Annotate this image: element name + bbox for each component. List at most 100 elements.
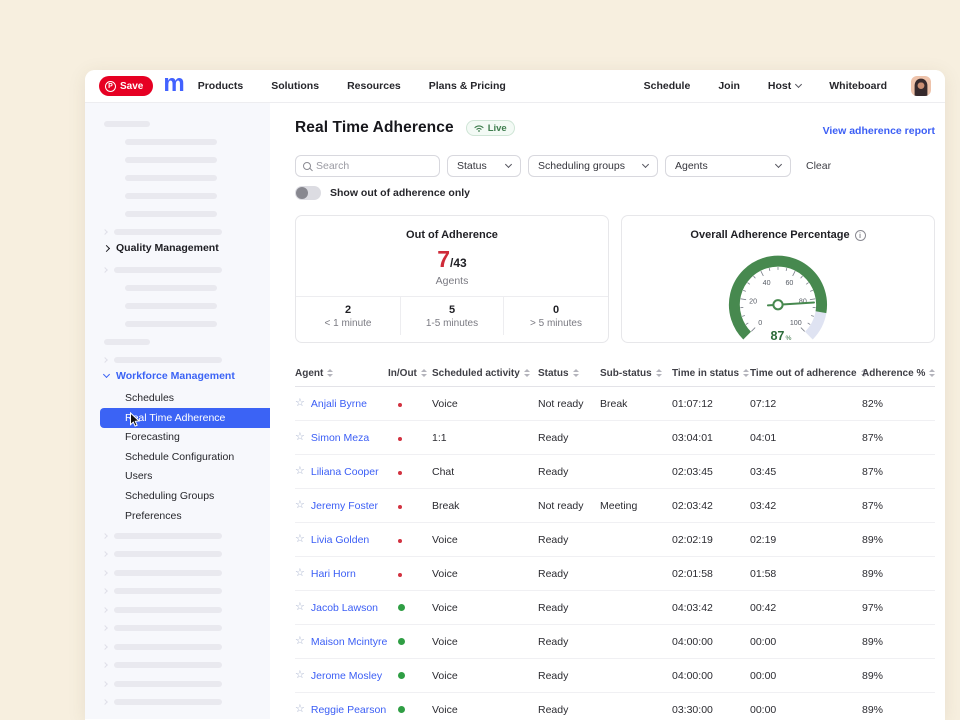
agent-link[interactable]: Anjali Byrne [311, 398, 367, 410]
column-header-agent[interactable]: Agent [295, 368, 388, 379]
agent-link[interactable]: Jacob Lawson [311, 602, 378, 614]
inout-cell [388, 602, 432, 614]
agent-link[interactable]: Hari Horn [311, 568, 356, 580]
agent-link[interactable]: Jeremy Foster [311, 500, 378, 512]
agent-link[interactable]: Simon Meza [311, 432, 369, 444]
sort-icon [573, 369, 579, 377]
agent-cell: ☆ Liliana Cooper [295, 466, 388, 478]
agents-dropdown[interactable]: Agents [665, 155, 791, 177]
chevron-right-icon [103, 244, 110, 251]
clear-filters-button[interactable]: Clear [806, 160, 831, 172]
sidebar-item-preferences[interactable]: Preferences [100, 506, 270, 526]
adherence-cell: 89% [862, 636, 935, 648]
column-header-scheduled-activity[interactable]: Scheduled activity [432, 368, 538, 379]
status-cell: Ready [538, 568, 600, 580]
star-icon[interactable]: ☆ [295, 534, 305, 545]
star-icon[interactable]: ☆ [295, 670, 305, 681]
out-of-adherence-toggle[interactable] [295, 186, 321, 200]
scheduling-groups-dropdown[interactable]: Scheduling groups [528, 155, 658, 177]
adherence-cell: 87% [862, 500, 935, 512]
sidebar-item-scheduling-groups[interactable]: Scheduling Groups [100, 486, 270, 506]
star-icon[interactable]: ☆ [295, 466, 305, 477]
agent-cell: ☆ Anjali Byrne [295, 398, 388, 410]
skeleton-chevron [102, 357, 108, 363]
agents-table: AgentIn/Out Scheduled activityStatusSub-s… [295, 360, 935, 719]
agent-link[interactable]: Jerome Mosley [311, 670, 382, 682]
inout-cell [388, 704, 432, 716]
column-header-status[interactable]: Status [538, 368, 600, 379]
column-header-sub-status[interactable]: Sub-status [600, 368, 672, 379]
svg-text:40: 40 [763, 279, 771, 287]
star-icon[interactable]: ☆ [295, 704, 305, 715]
agent-link[interactable]: Reggie Pearson [311, 704, 386, 716]
column-header-time-in-status[interactable]: Time in status [672, 368, 750, 379]
chevron-down-icon [642, 161, 649, 168]
svg-text:60: 60 [785, 279, 793, 287]
column-header-adherence-[interactable]: Adherence % [862, 368, 935, 379]
sidebar-item-users[interactable]: Users [100, 466, 270, 486]
pinterest-save-button[interactable]: P Save [99, 76, 153, 96]
skeleton-bar [114, 644, 222, 650]
brand-logo[interactable]: m [163, 70, 183, 98]
skeleton-chevron [102, 625, 108, 631]
column-label: In/Out [388, 368, 417, 379]
table-header-row: AgentIn/Out Scheduled activityStatusSub-s… [295, 360, 935, 387]
nav-item-host[interactable]: Host [768, 80, 801, 92]
time-out-of-adherence-cell: 03:45 [750, 466, 862, 478]
toggle-label: Show out of adherence only [330, 187, 470, 199]
agent-cell: ☆ Simon Meza [295, 432, 388, 444]
skeleton-bar [125, 193, 217, 199]
star-icon[interactable]: ☆ [295, 432, 305, 443]
search-input[interactable] [316, 160, 432, 172]
info-icon[interactable]: i [855, 230, 866, 241]
star-icon[interactable]: ☆ [295, 500, 305, 511]
nav-item-resources[interactable]: Resources [347, 80, 401, 92]
agent-link[interactable]: Liliana Cooper [311, 466, 379, 478]
out-of-adherence-count: 7 [437, 246, 450, 273]
nav-item-whiteboard[interactable]: Whiteboard [829, 80, 887, 92]
star-icon[interactable]: ☆ [295, 602, 305, 613]
skeleton-bar [114, 588, 222, 594]
column-header-time-out-of-adherence[interactable]: Time out of adherence [750, 368, 862, 379]
skeleton-chevron [102, 699, 108, 705]
user-avatar[interactable] [911, 76, 931, 96]
out-of-adherence-dot-icon [398, 505, 402, 509]
sidebar-item-schedules[interactable]: Schedules [100, 388, 270, 408]
column-header-in-out[interactable]: In/Out [388, 368, 432, 379]
skeleton-bar [114, 533, 222, 539]
out-of-adherence-title: Out of Adherence [296, 229, 608, 241]
star-icon[interactable]: ☆ [295, 398, 305, 409]
sidebar-section-workforce-management[interactable]: Workforce Management [104, 370, 235, 382]
status-cell: Ready [538, 636, 600, 648]
sidebar-item-schedule-configuration[interactable]: Schedule Configuration [100, 447, 270, 467]
sidebar-item-forecasting[interactable]: Forecasting [100, 427, 270, 447]
out-of-adherence-dot-icon [398, 437, 402, 441]
star-icon[interactable]: ☆ [295, 636, 305, 647]
status-dropdown[interactable]: Status [447, 155, 521, 177]
nav-item-plans-pricing[interactable]: Plans & Pricing [429, 80, 506, 92]
time-in-status-cell: 03:04:01 [672, 432, 750, 444]
skeleton-chevron [102, 267, 108, 273]
agent-link[interactable]: Maison Mcintyre [311, 636, 387, 648]
time-in-status-cell: 04:03:42 [672, 602, 750, 614]
star-icon[interactable]: ☆ [295, 568, 305, 579]
view-adherence-report-link[interactable]: View adherence report [823, 125, 935, 137]
table-row: ☆Jacob LawsonVoiceReady04:03:4200:4297% [295, 591, 935, 625]
skeleton-bar [114, 267, 222, 273]
nav-item-solutions[interactable]: Solutions [271, 80, 319, 92]
overall-adherence-card: Overall Adherence Percentage i 020406080… [621, 215, 935, 343]
table-row: ☆Hari HornVoiceReady02:01:5801:5889% [295, 557, 935, 591]
sort-icon [524, 369, 530, 377]
column-label: Time in status [672, 368, 739, 379]
app-window: P Save m Products Solutions Resources Plans… [85, 70, 945, 720]
status-cell: Ready [538, 534, 600, 546]
nav-item-schedule[interactable]: Schedule [644, 80, 691, 92]
nav-item-products[interactable]: Products [198, 80, 244, 92]
sidebar-section-quality-management[interactable]: Quality Management [104, 242, 219, 254]
agent-link[interactable]: Livia Golden [311, 534, 369, 546]
sidebar-item-real-time-adherence[interactable]: Real Time Adherence [100, 408, 270, 428]
time-in-status-cell: 02:03:42 [672, 500, 750, 512]
skeleton-bar [114, 625, 222, 631]
search-field[interactable] [295, 155, 440, 177]
nav-item-join[interactable]: Join [718, 80, 740, 92]
